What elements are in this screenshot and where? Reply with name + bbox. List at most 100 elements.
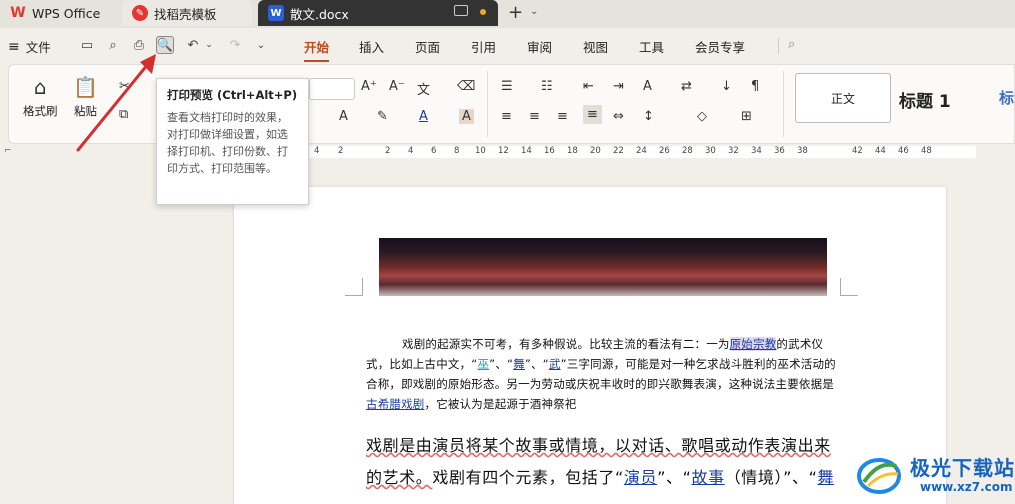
ruler-number: 34 xyxy=(751,146,762,156)
format-painter-button[interactable]: ⌂ 格式刷 xyxy=(23,75,58,119)
ruler-number: 46 xyxy=(898,146,909,156)
format-painter-label: 格式刷 xyxy=(23,104,58,118)
ruler-number: 26 xyxy=(659,146,670,156)
link-greek-drama[interactable]: 古希腊戏剧 xyxy=(366,397,425,411)
docer-logo-icon: ✎ xyxy=(132,5,148,21)
annotation-arrow-icon xyxy=(76,54,156,152)
unsaved-dot-icon xyxy=(480,9,486,15)
phonetic-guide-icon[interactable]: 文 xyxy=(417,79,430,98)
new-tab-button[interactable]: + xyxy=(508,2,523,23)
align-left-icon[interactable]: ≡ xyxy=(501,109,512,124)
font-color-icon[interactable]: A xyxy=(419,109,428,124)
text-run: ”、“ xyxy=(489,357,514,371)
ribbon-divider xyxy=(487,71,488,137)
file-menu[interactable]: ≡ 文件 xyxy=(8,37,51,56)
ruler-number: 36 xyxy=(774,146,785,156)
tooltip-title: 打印预览 (Ctrl+Alt+P) xyxy=(167,88,298,102)
text-run: ”、“ xyxy=(657,468,692,487)
sort-icon[interactable]: ↓ xyxy=(721,79,732,94)
text-effect-icon[interactable]: A xyxy=(339,109,348,124)
document-banner-image[interactable] xyxy=(379,238,827,296)
redo-icon[interactable]: ↷ xyxy=(226,36,244,54)
show-marks-icon[interactable]: ¶ xyxy=(751,79,759,94)
format-painter-icon: ⌂ xyxy=(33,75,47,99)
margin-corner-mark xyxy=(345,278,363,296)
grow-font-icon[interactable]: A⁺ xyxy=(361,79,377,94)
justify-icon[interactable]: ≡ xyxy=(583,105,602,124)
shading-icon[interactable]: ◇ xyxy=(697,109,707,124)
char-spacing-icon[interactable]: A xyxy=(643,79,652,94)
link-stage[interactable]: 舞 xyxy=(817,468,834,487)
ruler-number: 6 xyxy=(431,146,437,156)
margin-corner-mark xyxy=(840,278,858,296)
decrease-indent-icon[interactable]: ⇤ xyxy=(583,79,594,94)
increase-indent-icon[interactable]: ⇥ xyxy=(613,79,624,94)
ruler-number: 22 xyxy=(613,146,624,156)
distribute-icon[interactable]: ⇔ xyxy=(613,109,624,124)
file-menu-label: 文件 xyxy=(25,40,51,55)
ruler-number: 44 xyxy=(875,146,886,156)
ruler-number: 42 xyxy=(852,146,863,156)
line-spacing-icon[interactable]: ↕ xyxy=(643,109,654,124)
paragraph-1[interactable]: 戏剧的起源实不可考，有多种假说。比较主流的看法有二：一为原始宗教的武术仪式，比如… xyxy=(366,334,844,414)
ruler-number: 4 xyxy=(314,146,320,156)
style-normal[interactable]: 正文 xyxy=(795,73,891,123)
clear-format-icon[interactable]: ⌫ xyxy=(457,79,475,94)
link-wu-martial[interactable]: 武 xyxy=(549,357,561,371)
bullets-icon[interactable]: ☰ xyxy=(501,79,513,94)
chevron-down-icon[interactable]: ⌄ xyxy=(530,6,538,17)
text-direction-icon[interactable]: ⇄ xyxy=(681,79,692,94)
tab-page[interactable]: 页面 xyxy=(415,37,440,56)
ruler-number: 18 xyxy=(567,146,578,156)
font-size-select[interactable] xyxy=(309,78,355,100)
align-center-icon[interactable]: ≡ xyxy=(529,109,540,124)
style-heading2[interactable]: 标 xyxy=(999,87,1014,108)
undo-dropdown-icon[interactable]: ⌄ xyxy=(200,36,218,54)
ruler-number: 4 xyxy=(408,146,414,156)
numbering-icon[interactable]: ☷ xyxy=(541,79,553,94)
tab-review[interactable]: 审阅 xyxy=(527,37,552,56)
tab-insert[interactable]: 插入 xyxy=(359,37,384,56)
search-icon[interactable]: ⌕ xyxy=(788,37,795,52)
tab-bar: W WPS Office ✎ 找稻壳模板 W 散文.docx + ⌄ xyxy=(0,0,1015,28)
style-heading1[interactable]: 标题 1 xyxy=(899,87,951,112)
ruler-number: 2 xyxy=(338,146,344,156)
tab-view[interactable]: 视图 xyxy=(583,37,608,56)
align-right-icon[interactable]: ≡ xyxy=(557,109,568,124)
link-story[interactable]: 故事 xyxy=(692,468,725,487)
borders-icon[interactable]: ⊞ xyxy=(741,109,752,124)
shrink-font-icon[interactable]: A⁻ xyxy=(389,79,405,94)
more-chevron-icon[interactable]: ⌄ xyxy=(252,36,270,54)
ruler-number: 30 xyxy=(705,146,716,156)
ruler-number: 14 xyxy=(521,146,532,156)
tab-home[interactable]: 开始 xyxy=(304,37,330,62)
tab-wps-office[interactable]: W WPS Office xyxy=(0,0,116,26)
ruler-number: 10 xyxy=(475,146,486,156)
link-wu-shaman[interactable]: 巫 xyxy=(477,357,489,371)
watermark: 极光下载站 www.xz7.com xyxy=(850,446,1015,502)
ruler-number: 16 xyxy=(544,146,555,156)
ruler-number: 32 xyxy=(728,146,739,156)
tab-member[interactable]: 会员专享 xyxy=(695,37,745,56)
tab-references[interactable]: 引用 xyxy=(471,37,496,56)
hamburger-icon: ≡ xyxy=(8,38,20,55)
highlight-icon[interactable]: ✎ xyxy=(377,109,388,124)
monitor-icon[interactable] xyxy=(454,5,468,16)
ruler-strip[interactable] xyxy=(290,146,976,158)
tab-tools[interactable]: 工具 xyxy=(639,37,664,56)
ruler-number: 24 xyxy=(636,146,647,156)
link-actor[interactable]: 演员 xyxy=(624,468,657,487)
text-run: ，它被认为是起源于酒神祭祀 xyxy=(424,397,577,411)
paragraph-2[interactable]: 戏剧是由演员将某个故事或情境，以对话、歌唱或动作表演出来的艺术。戏剧有四个元素，… xyxy=(366,430,844,494)
link-wu-dance[interactable]: 舞 xyxy=(513,357,525,371)
menu-divider xyxy=(778,38,779,54)
link-primitive-religion[interactable]: 原始宗教 xyxy=(729,337,777,351)
tab-wps-label: WPS Office xyxy=(32,5,101,21)
tooltip-body: 查看文档打印时的效果，对打印做详细设置，如选择打印机、打印份数、打印方式、打印范… xyxy=(167,111,288,175)
tab-template[interactable]: ✎ 找稻壳模板 xyxy=(122,0,252,26)
tab-stop-icon[interactable]: ⌐ xyxy=(4,146,12,156)
ruler-number: 2 xyxy=(385,146,391,156)
tab-document[interactable]: W 散文.docx xyxy=(258,0,498,26)
wps-logo-icon: W xyxy=(10,5,26,21)
char-shading-icon[interactable]: A xyxy=(459,109,474,124)
